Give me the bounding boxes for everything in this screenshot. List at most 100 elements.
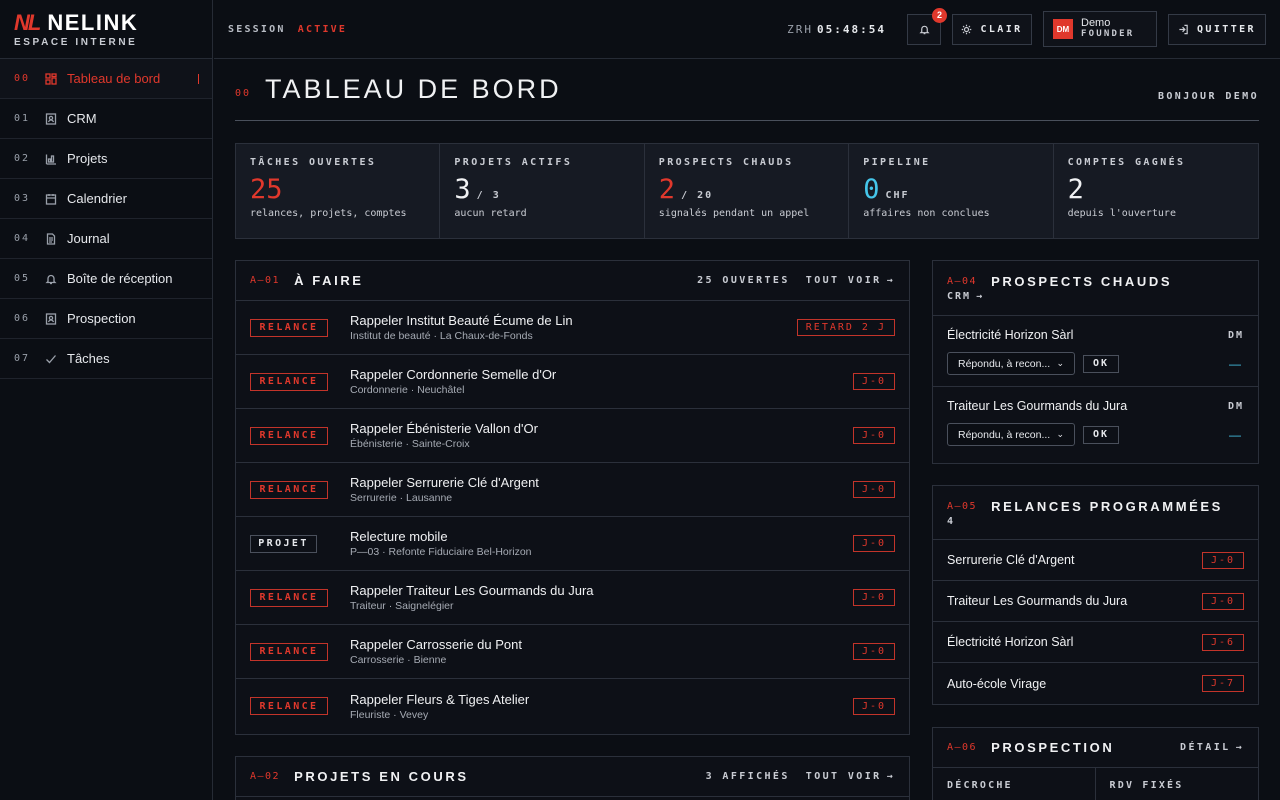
panel-title: PROJETS EN COURS xyxy=(294,769,469,784)
sidebar-item-label: Tableau de bord xyxy=(67,71,161,86)
todo-see-all-link[interactable]: TOUT VOIR → xyxy=(806,275,895,286)
kpi-caption: relances, projets, comptes xyxy=(250,208,407,219)
contacts-icon xyxy=(44,112,58,126)
panel-code: A—04 xyxy=(947,275,978,287)
notifications-button[interactable]: 2 xyxy=(907,7,947,45)
prospect-status-select[interactable]: Répondu, à recon... ⌄ xyxy=(947,352,1075,375)
prospect-indicator: — xyxy=(1229,356,1241,371)
followup-item[interactable]: Électricité Horizon Sàrl J-6 xyxy=(933,622,1258,663)
sidebar-item-7[interactable]: 07 Tâches xyxy=(0,339,212,379)
task-row[interactable]: RELANCE Rappeler Carrosserie du Pont Carro… xyxy=(236,625,909,679)
followup-item[interactable]: Auto-école Virage J-7 xyxy=(933,663,1258,704)
theme-label: CLAIR xyxy=(980,23,1023,35)
due-badge: J-0 xyxy=(852,643,895,660)
kpi-label: PROSPECTS CHAUDS xyxy=(658,157,794,168)
projects-see-all-link[interactable]: TOUT VOIR → xyxy=(806,771,895,782)
sidebar-item-number: 02 xyxy=(14,153,31,164)
due-badge: J-7 xyxy=(1201,675,1244,692)
task-subtitle: Serrurerie · Lausanne xyxy=(350,492,453,504)
prospection-detail-link[interactable]: DÉTAIL → xyxy=(1180,742,1244,753)
kpi-strip: TÂCHES OUVERTES 25 relances, projets, comp… xyxy=(235,143,1259,239)
brand[interactable]: NL NELINK ESPACE INTERNE xyxy=(0,0,212,59)
user-menu-button[interactable]: DM Demo FOUNDER xyxy=(1043,11,1157,47)
crm-label: CRM xyxy=(947,291,972,302)
logout-button[interactable]: QUITTER xyxy=(1168,13,1266,45)
task-row[interactable]: RELANCE Rappeler Cordonnerie Semelle d'Or… xyxy=(236,355,909,409)
task-subtitle: Ébénisterie · Sainte-Croix xyxy=(350,438,470,450)
due-badge: J-6 xyxy=(1201,633,1244,651)
sun-icon xyxy=(962,24,972,34)
clock-time: 05:48:54 xyxy=(817,22,886,36)
kpi-caption: signalés pendant un appel xyxy=(658,208,810,219)
prospect-item: Traiteur Les Gourmands du Jura DM Répondu,… xyxy=(933,387,1258,457)
panel-code: A—02 xyxy=(250,771,281,782)
task-subtitle: P—03 · Refonte Fiduciaire Bel-Horizon xyxy=(350,546,532,558)
task-row[interactable]: PROJET Relecture mobile P—03 · Refonte Fid… xyxy=(236,517,909,571)
task-type-badge: RELANCE xyxy=(250,318,328,337)
kpi-value: 25 xyxy=(250,174,283,205)
prospect-owner: DM xyxy=(1227,329,1244,341)
sidebar-item-1[interactable]: 01 CRM xyxy=(0,99,212,139)
bell-icon xyxy=(44,272,58,286)
stat-pickups: DÉCROCHE xyxy=(933,768,1096,800)
sidebar-item-0[interactable]: 00 Tableau de bord xyxy=(0,59,212,99)
panel-title: À FAIRE xyxy=(294,273,364,288)
user-role: FOUNDER xyxy=(1081,29,1135,39)
task-title: Rappeler Fleurs & Tiges Atelier xyxy=(350,691,530,707)
kpi-value: 2 xyxy=(1067,174,1084,205)
task-subtitle: Cordonnerie · Neuchâtel xyxy=(350,384,465,396)
kpi-caption: depuis l'ouverture xyxy=(1067,208,1176,219)
followup-list: Serrurerie Clé d'Argent J-0 Traiteur Les G… xyxy=(933,540,1258,704)
arrow-right-icon: → xyxy=(886,275,895,286)
logout-icon xyxy=(1179,24,1188,34)
check-icon xyxy=(44,352,58,366)
dashboard-icon xyxy=(44,72,58,86)
theme-toggle-button[interactable]: CLAIR xyxy=(952,13,1032,45)
followup-item[interactable]: Serrurerie Clé d'Argent J-0 xyxy=(933,540,1258,581)
hot-prospects-panel: A—04 PROSPECTS CHAUDS CRM → Électricité H… xyxy=(932,260,1259,464)
task-row[interactable]: RELANCE Rappeler Institut Beauté Écume de… xyxy=(236,301,909,355)
task-row[interactable]: RELANCE Rappeler Ébénisterie Vallon d'Or É… xyxy=(236,409,909,463)
task-row[interactable]: RELANCE Rappeler Fleurs & Tiges Atelier Fl… xyxy=(236,679,909,733)
prospect-status-select[interactable]: Répondu, à recon... ⌄ xyxy=(947,423,1075,446)
sidebar-item-2[interactable]: 02 Projets xyxy=(0,139,212,179)
projects-count: 3 AFFICHÉS xyxy=(705,771,790,782)
sidebar-item-6[interactable]: 06 Prospection xyxy=(0,299,212,339)
kpi-label: PROJETS ACTIFS xyxy=(454,157,573,168)
projects-panel: A—02 PROJETS EN COURS 3 AFFICHÉS TOUT VO… xyxy=(235,756,910,800)
chevron-down-icon: ⌄ xyxy=(1056,429,1064,439)
task-type-badge: RELANCE xyxy=(250,426,328,445)
select-value: Répondu, à recon... xyxy=(958,428,1051,441)
greeting: BONJOUR DEMO xyxy=(1157,91,1259,102)
kpi-unit: CHF xyxy=(885,190,910,201)
chevron-down-icon: ⌄ xyxy=(1056,358,1064,368)
main-content: 00 TABLEAU DE BORD BONJOUR DEMO TÂCHES O… xyxy=(235,59,1259,239)
session-active: ACTIVE xyxy=(297,23,348,35)
sidebar-item-5[interactable]: 05 Boîte de réception xyxy=(0,259,212,299)
task-title: Rappeler Cordonnerie Semelle d'Or xyxy=(350,367,557,382)
kpi-value: 0 xyxy=(863,174,880,205)
todo-list: RELANCE Rappeler Institut Beauté Écume de… xyxy=(236,301,909,733)
todo-panel: A—01 À FAIRE 25 OUVERTES TOUT VOIR → RELA… xyxy=(235,260,910,735)
panel-code: A—06 xyxy=(947,742,978,753)
prospect-name[interactable]: Électricité Horizon Sàrl xyxy=(947,328,1073,342)
sidebar-item-3[interactable]: 03 Calendrier xyxy=(0,179,212,219)
prospect-item: Électricité Horizon Sàrl DM Répondu, à rec… xyxy=(933,316,1258,387)
sidebar-item-4[interactable]: 04 Journal xyxy=(0,219,212,259)
task-row[interactable]: RELANCE Rappeler Serrurerie Clé d'Argent S… xyxy=(236,463,909,517)
followup-name: Auto-école Virage xyxy=(947,676,1047,691)
followup-item[interactable]: Traiteur Les Gourmands du Jura J-0 xyxy=(933,581,1258,622)
task-row[interactable]: RELANCE Rappeler Traiteur Les Gourmands d… xyxy=(236,571,909,625)
prospect-name[interactable]: Traiteur Les Gourmands du Jura xyxy=(947,399,1127,413)
document-icon xyxy=(44,232,58,246)
task-subtitle: Institut de beauté · La Chaux-de-Fonds xyxy=(350,330,533,342)
prospection-panel: A—06 PROSPECTION DÉTAIL → DÉCROCHE RDV FI… xyxy=(932,727,1259,800)
crm-link[interactable]: CRM → xyxy=(933,291,1258,316)
prospect-ok-button[interactable]: OK xyxy=(1083,425,1119,444)
task-subtitle: Fleuriste · Vevey xyxy=(350,708,429,721)
sidebar-item-label: Prospection xyxy=(67,311,136,326)
panel-code: A—05 xyxy=(947,500,978,512)
prospect-ok-button[interactable]: OK xyxy=(1083,354,1119,373)
followup-name: Électricité Horizon Sàrl xyxy=(947,635,1074,649)
see-all-label: TOUT VOIR xyxy=(805,275,882,286)
